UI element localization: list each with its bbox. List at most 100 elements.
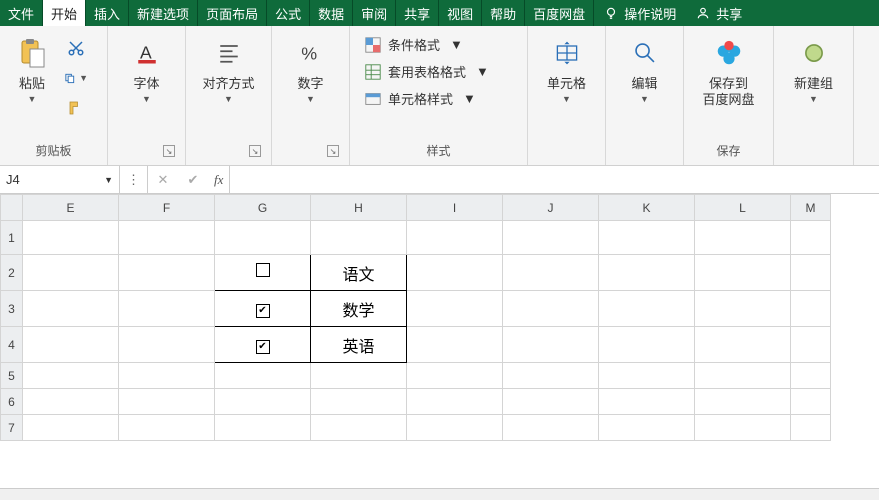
cell[interactable] [215,221,311,255]
cell[interactable]: 语文 [311,255,407,291]
cell[interactable] [23,255,119,291]
cell[interactable] [215,389,311,415]
col-header[interactable]: M [791,195,831,221]
checkbox-icon[interactable] [256,263,270,277]
newgroup-button[interactable]: 新建组 ▼ [780,32,847,104]
cell-checkbox[interactable] [215,291,311,327]
cell[interactable] [791,255,831,291]
col-header[interactable]: H [311,195,407,221]
menu-help[interactable]: 帮助 [482,0,525,26]
cell[interactable] [599,327,695,363]
cell-checkbox[interactable] [215,255,311,291]
cell[interactable] [695,221,791,255]
row-header[interactable]: 1 [1,221,23,255]
menu-share[interactable]: 共享 [396,0,439,26]
cell[interactable] [503,327,599,363]
menu-home[interactable]: 开始 [43,0,86,26]
menu-pagelayout[interactable]: 页面布局 [198,0,267,26]
menu-file[interactable]: 文件 [0,0,43,26]
menu-newoption[interactable]: 新建选项 [129,0,198,26]
cell[interactable] [23,291,119,327]
cell[interactable] [791,415,831,441]
cell[interactable] [119,363,215,389]
cell[interactable] [599,415,695,441]
chevron-down-icon[interactable]: ▼ [104,175,113,185]
cut-button[interactable] [64,36,88,60]
menu-baidu[interactable]: 百度网盘 [525,0,594,26]
cell[interactable] [791,389,831,415]
cell[interactable] [119,291,215,327]
cell[interactable] [23,415,119,441]
dialog-launcher[interactable]: ↘ [163,145,175,157]
cell[interactable] [503,291,599,327]
col-header[interactable]: J [503,195,599,221]
format-painter-button[interactable] [64,96,88,120]
font-button[interactable]: A 字体 ▼ [114,32,179,104]
select-all-corner[interactable] [1,195,23,221]
cell[interactable] [119,255,215,291]
cell[interactable] [407,363,503,389]
row-header[interactable]: 7 [1,415,23,441]
menu-insert[interactable]: 插入 [86,0,129,26]
col-header[interactable]: K [599,195,695,221]
conditional-formatting-button[interactable]: 条件格式▼ [356,32,521,57]
cell[interactable] [119,221,215,255]
cell[interactable] [215,415,311,441]
cell[interactable] [599,221,695,255]
alignment-button[interactable]: 对齐方式 ▼ [192,32,265,104]
cell[interactable] [695,291,791,327]
cell[interactable] [311,415,407,441]
col-header[interactable]: I [407,195,503,221]
save-baidu-button[interactable]: 保存到 百度网盘 [690,32,767,107]
cell-styles-button[interactable]: 单元格样式▼ [356,86,521,111]
cell[interactable] [407,415,503,441]
copy-button[interactable]: ▼ [64,66,88,90]
cell[interactable] [119,415,215,441]
row-header[interactable]: 5 [1,363,23,389]
cell[interactable] [695,415,791,441]
row-header[interactable]: 2 [1,255,23,291]
menu-data[interactable]: 数据 [310,0,353,26]
number-button[interactable]: % 数字 ▼ [278,32,343,104]
cell[interactable] [503,221,599,255]
col-header[interactable]: L [695,195,791,221]
cell[interactable] [791,363,831,389]
cell[interactable] [311,389,407,415]
cell[interactable] [407,291,503,327]
row-header[interactable]: 4 [1,327,23,363]
cell[interactable] [599,389,695,415]
cell[interactable]: 数学 [311,291,407,327]
cell[interactable] [791,291,831,327]
paste-button[interactable]: 粘贴 ▼ [6,32,58,104]
cells-button[interactable]: 单元格 ▼ [534,32,599,104]
menu-review[interactable]: 审阅 [353,0,396,26]
cell[interactable] [599,255,695,291]
menu-view[interactable]: 视图 [439,0,482,26]
cell[interactable] [311,221,407,255]
cell[interactable] [599,363,695,389]
cell[interactable] [407,389,503,415]
cell[interactable] [23,363,119,389]
cell[interactable]: 英语 [311,327,407,363]
cell[interactable] [695,363,791,389]
tell-me[interactable]: 操作说明 [594,0,686,26]
cell[interactable] [599,291,695,327]
cell[interactable] [119,389,215,415]
menu-formulas[interactable]: 公式 [267,0,310,26]
enter-button[interactable]: ✔ [178,166,208,193]
cell[interactable] [407,255,503,291]
cancel-button[interactable]: ✕ [148,166,178,193]
dialog-launcher[interactable]: ↘ [327,145,339,157]
checkbox-checked-icon[interactable] [256,304,270,318]
cell[interactable] [695,255,791,291]
checkbox-checked-icon[interactable] [256,340,270,354]
row-header[interactable]: 3 [1,291,23,327]
cell[interactable] [407,221,503,255]
cell[interactable] [407,327,503,363]
cell[interactable] [695,389,791,415]
row-header[interactable]: 6 [1,389,23,415]
cell[interactable] [503,255,599,291]
name-box[interactable]: J4 ▼ [0,166,120,193]
cell[interactable] [791,221,831,255]
cell-checkbox[interactable] [215,327,311,363]
